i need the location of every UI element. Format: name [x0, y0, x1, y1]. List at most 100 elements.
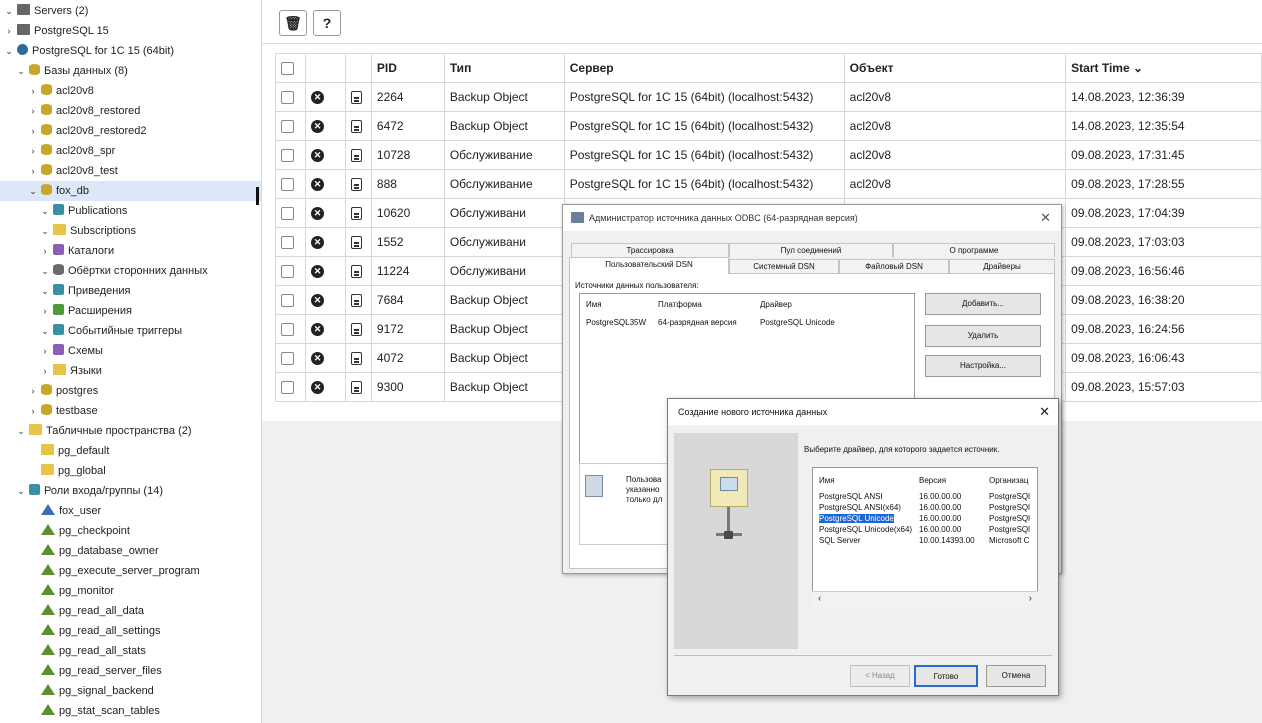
- dsn-row-name[interactable]: PostgreSQL35W: [586, 318, 646, 327]
- delete-button[interactable]: 🗑: [279, 10, 307, 36]
- table-row[interactable]: ✕ 888 Обслуживание PostgreSQL for 1C 15 (64…: [275, 169, 1262, 199]
- chevron-down-icon[interactable]: ⌄: [16, 61, 26, 81]
- view-log-icon[interactable]: [350, 91, 362, 105]
- chevron-down-icon[interactable]: ⌄: [4, 41, 14, 61]
- col-header-type[interactable]: Тип: [443, 53, 565, 83]
- cancel-button[interactable]: Отмена: [986, 665, 1046, 687]
- tree-node-fox-user[interactable]: fox_user: [0, 501, 101, 521]
- chevron-right-icon[interactable]: ›: [28, 121, 38, 141]
- help-button[interactable]: ?: [313, 10, 341, 36]
- tree-node-каталоги[interactable]: › Каталоги: [0, 241, 114, 261]
- cancel-process-icon[interactable]: ✕: [310, 120, 324, 134]
- tree-node-событийные-триггеры[interactable]: ⌄ Событийные триггеры: [0, 321, 182, 341]
- row-checkbox[interactable]: [281, 178, 294, 192]
- tree-node-pg-global[interactable]: pg_global: [0, 461, 106, 481]
- cancel-process-icon[interactable]: ✕: [310, 352, 324, 366]
- tree-node-языки[interactable]: › Языки: [0, 361, 102, 381]
- chevron-right-icon[interactable]: ›: [28, 141, 38, 161]
- table-row[interactable]: ✕ 6472 Backup Object PostgreSQL for 1C 15 (…: [275, 111, 1262, 141]
- view-log-icon[interactable]: [350, 207, 362, 221]
- col-header-object[interactable]: Объект: [843, 53, 1067, 83]
- tree-node-обёртки-сторонних-данных[interactable]: ⌄ Обёртки сторонних данных: [0, 261, 208, 281]
- tree-node-publications[interactable]: ⌄ Publications: [0, 201, 127, 221]
- tree-node-pg-read-server-files[interactable]: pg_read_server_files: [0, 661, 162, 681]
- driver-row-cell[interactable]: PostgreSQL Unicode(x64): [819, 525, 912, 534]
- view-log-icon[interactable]: [350, 323, 362, 337]
- table-row[interactable]: ✕ 10728 Обслуживание PostgreSQL for 1C 15 (…: [275, 140, 1262, 170]
- cancel-process-icon[interactable]: ✕: [310, 294, 324, 308]
- chevron-down-icon[interactable]: ⌄: [40, 261, 50, 281]
- tree-node-postgresql-for-1c-15-64bit-[interactable]: ⌄ PostgreSQL for 1C 15 (64bit): [0, 41, 174, 61]
- chevron-right-icon[interactable]: ›: [40, 341, 50, 361]
- chevron-down-icon[interactable]: ⌄: [16, 421, 26, 441]
- tree-node-subscriptions[interactable]: ⌄ Subscriptions: [0, 221, 136, 241]
- col-header-start-time[interactable]: Start Time ⌄: [1065, 53, 1262, 83]
- cancel-process-icon[interactable]: ✕: [310, 381, 324, 395]
- tree-node-pg-database-owner[interactable]: pg_database_owner: [0, 541, 159, 561]
- scroll-left-icon[interactable]: ‹: [818, 593, 821, 604]
- tree-node-pg-default[interactable]: pg_default: [0, 441, 109, 461]
- chevron-right-icon[interactable]: ›: [4, 21, 14, 41]
- chevron-down-icon[interactable]: ⌄: [40, 321, 50, 341]
- view-log-icon[interactable]: [350, 236, 362, 250]
- driver-row-cell[interactable]: 16.00.00.00: [919, 514, 961, 523]
- tab-tracing[interactable]: Трассировка: [571, 243, 729, 257]
- tree-node-pg-read-all-data[interactable]: pg_read_all_data: [0, 601, 144, 621]
- cancel-process-icon[interactable]: ✕: [310, 149, 324, 163]
- driver-row-cell[interactable]: PostgreSQl: [989, 492, 1030, 501]
- tree-node-pg-read-all-stats[interactable]: pg_read_all_stats: [0, 641, 146, 661]
- close-icon[interactable]: ✕: [1039, 399, 1050, 425]
- driver-row-cell[interactable]: PostgreSQl: [989, 503, 1030, 512]
- cancel-process-icon[interactable]: ✕: [310, 236, 324, 250]
- driver-row-cell[interactable]: 16.00.00.00: [919, 492, 961, 501]
- tree-node-табличные-пространства-2-[interactable]: ⌄ Табличные пространства (2): [0, 421, 192, 441]
- row-checkbox[interactable]: [281, 91, 294, 105]
- driver-row-cell[interactable]: 16.00.00.00: [919, 503, 961, 512]
- chevron-down-icon[interactable]: ⌄: [28, 181, 38, 201]
- select-all-checkbox[interactable]: [281, 62, 294, 76]
- tab-system-dsn[interactable]: Системный DSN: [729, 259, 839, 273]
- chevron-right-icon[interactable]: ›: [28, 81, 38, 101]
- tree-node-pg-checkpoint[interactable]: pg_checkpoint: [0, 521, 130, 541]
- row-checkbox[interactable]: [281, 236, 294, 250]
- chevron-right-icon[interactable]: ›: [28, 381, 38, 401]
- close-icon[interactable]: ✕: [1040, 205, 1051, 231]
- chevron-down-icon[interactable]: ⌄: [40, 281, 50, 301]
- row-checkbox[interactable]: [281, 352, 294, 366]
- tree-node-pg-execute-server-program[interactable]: pg_execute_server_program: [0, 561, 200, 581]
- tab-about[interactable]: О программе: [893, 243, 1055, 257]
- tree-node-acl20v8-spr[interactable]: › acl20v8_spr: [0, 141, 115, 161]
- table-row[interactable]: ✕ 2264 Backup Object PostgreSQL for 1C 15 (…: [275, 82, 1262, 112]
- cancel-process-icon[interactable]: ✕: [310, 178, 324, 192]
- col-header-pid[interactable]: PID: [370, 53, 445, 83]
- tab-drivers[interactable]: Драйверы: [949, 259, 1055, 273]
- tree-node-pg-read-all-settings[interactable]: pg_read_all_settings: [0, 621, 161, 641]
- remove-dsn-button[interactable]: Удалить: [925, 325, 1041, 347]
- driver-row-cell[interactable]: PostgreSQl: [989, 525, 1030, 534]
- driver-row-cell[interactable]: SQL Server: [819, 536, 861, 545]
- row-checkbox[interactable]: [281, 120, 294, 134]
- tree-node-базы-данных-8-[interactable]: ⌄ Базы данных (8): [0, 61, 128, 81]
- tab-file-dsn[interactable]: Файловый DSN: [839, 259, 949, 273]
- cancel-process-icon[interactable]: ✕: [310, 265, 324, 279]
- chevron-right-icon[interactable]: ›: [28, 161, 38, 181]
- view-log-icon[interactable]: [350, 120, 362, 134]
- chevron-down-icon[interactable]: ⌄: [4, 1, 14, 21]
- chevron-right-icon[interactable]: ›: [28, 401, 38, 421]
- driver-row-cell[interactable]: PostgreSQL ANSI(x64): [819, 503, 901, 512]
- view-log-icon[interactable]: [350, 381, 362, 395]
- view-log-icon[interactable]: [350, 149, 362, 163]
- driver-row-cell[interactable]: PostgreSQL ANSI: [819, 492, 883, 501]
- driver-row-cell[interactable]: 16.00.00.00: [919, 525, 961, 534]
- chevron-down-icon[interactable]: ⌄: [16, 481, 26, 501]
- view-log-icon[interactable]: [350, 352, 362, 366]
- tab-user-dsn[interactable]: Пользовательский DSN: [569, 257, 729, 274]
- cancel-process-icon[interactable]: ✕: [310, 207, 324, 221]
- tree-node-acl20v8-test[interactable]: › acl20v8_test: [0, 161, 118, 181]
- tree-node-fox-db[interactable]: ⌄ fox_db: [0, 181, 261, 201]
- chevron-right-icon[interactable]: ›: [40, 241, 50, 261]
- driver-list[interactable]: Имя Версия Организац PostgreSQL ANSI 16.0…: [812, 467, 1038, 607]
- view-log-icon[interactable]: [350, 294, 362, 308]
- row-checkbox[interactable]: [281, 294, 294, 308]
- driver-row-cell[interactable]: Microsoft C: [989, 536, 1029, 545]
